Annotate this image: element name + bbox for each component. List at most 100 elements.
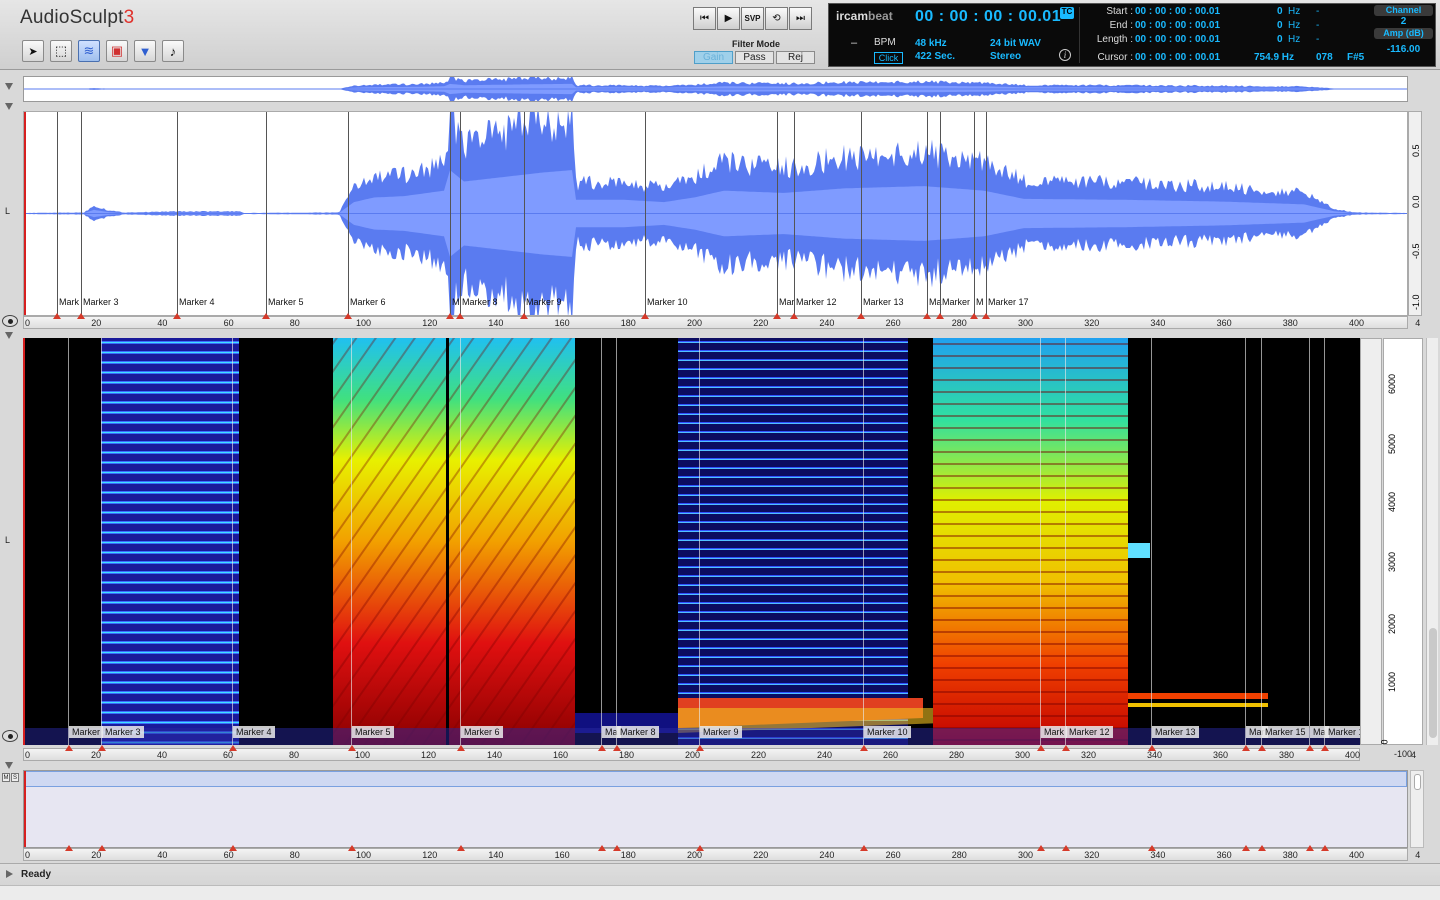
marker-triangle[interactable] xyxy=(457,845,465,851)
marker-triangle[interactable] xyxy=(1242,745,1250,751)
spectrogram-view[interactable]: Marker Marker 3 Marker 4 Marker 5 Marker 6 Ma… xyxy=(23,338,1360,745)
marker-triangle[interactable] xyxy=(1062,845,1070,851)
spectrogram-marker-line[interactable] xyxy=(1324,338,1325,745)
marker-triangle[interactable] xyxy=(1258,745,1266,751)
spectrogram-marker-label[interactable]: Marker 1 xyxy=(1325,726,1360,738)
marker-triangle[interactable] xyxy=(262,313,270,319)
note-tool[interactable]: ♪ xyxy=(162,40,184,62)
timecode-toggle[interactable]: TC xyxy=(1060,7,1074,19)
marker-triangle[interactable] xyxy=(65,845,73,851)
marker-triangle[interactable] xyxy=(77,313,85,319)
marker-label[interactable]: Marker 4 xyxy=(179,297,215,307)
spectrogram-marker-line[interactable] xyxy=(863,338,864,745)
filter-pass-button[interactable]: Pass xyxy=(735,51,774,64)
spectrogram-marker-line[interactable] xyxy=(101,338,102,745)
lane-scroll-thumb[interactable] xyxy=(1414,774,1421,790)
marker-label[interactable]: M xyxy=(976,297,984,307)
marker-triangle[interactable] xyxy=(613,745,621,751)
marker-label[interactable]: Marker 17 xyxy=(988,297,1029,307)
spectrogram-marker-line[interactable] xyxy=(1261,338,1262,745)
spectrogram-marker-label[interactable]: Marker 12 xyxy=(1066,726,1113,738)
marker-line[interactable] xyxy=(974,112,975,315)
marker-line[interactable] xyxy=(524,112,525,315)
marker-triangle[interactable] xyxy=(1037,745,1045,751)
spectrogram-marker-line[interactable] xyxy=(351,338,352,745)
marker-label[interactable]: Marker 5 xyxy=(268,297,304,307)
spectrogram-marker-line[interactable] xyxy=(460,338,461,745)
marker-line[interactable] xyxy=(177,112,178,315)
spectrogram-marker-label[interactable]: Marker 3 xyxy=(102,726,144,738)
marker-triangle[interactable] xyxy=(790,313,798,319)
time-ruler-waveform[interactable]: 0 20 40 60 80 100 120 140 160 180 200 220 240 260 280 3… xyxy=(23,313,1420,329)
marker-label[interactable]: Marker 6 xyxy=(350,297,386,307)
marquee-select-tool[interactable]: ⬚ xyxy=(50,40,72,62)
marker-line[interactable] xyxy=(986,112,987,315)
overview-waveform[interactable] xyxy=(23,75,1408,103)
spectrogram-visibility-icon[interactable] xyxy=(2,730,18,742)
marker-triangle[interactable] xyxy=(65,745,73,751)
marker-line[interactable] xyxy=(927,112,928,315)
select-arrow-tool[interactable]: ➤ xyxy=(22,40,44,62)
marker-triangle[interactable] xyxy=(457,745,465,751)
marker-triangle[interactable] xyxy=(923,313,931,319)
marker-triangle[interactable] xyxy=(456,313,464,319)
svp-button[interactable]: SVP xyxy=(741,7,764,30)
marker-label[interactable]: Mar xyxy=(779,297,795,307)
marker-triangle[interactable] xyxy=(446,313,454,319)
spectrogram-marker-label[interactable]: Marker 4 xyxy=(233,726,275,738)
spectrogram-marker-label[interactable]: Marker xyxy=(69,726,104,738)
spectrogram-scroll-thumb[interactable] xyxy=(1429,628,1437,738)
waveform-collapse-icon[interactable] xyxy=(5,103,13,110)
marker-line[interactable] xyxy=(940,112,941,315)
marker-label[interactable]: Marker 8 xyxy=(462,297,498,307)
overview-collapse-icon[interactable] xyxy=(5,83,13,90)
spectrogram-marker-label[interactable]: Marker 8 xyxy=(617,726,659,738)
marker-triangle[interactable] xyxy=(229,845,237,851)
spectrogram-playhead[interactable] xyxy=(23,338,25,745)
automation-lane[interactable] xyxy=(23,770,1408,848)
waveform-visibility-icon[interactable] xyxy=(2,315,18,327)
marker-triangle[interactable] xyxy=(173,313,181,319)
marker-triangle[interactable] xyxy=(773,313,781,319)
spectrogram-collapse-icon[interactable] xyxy=(5,332,13,339)
spectrogram-marker-line[interactable] xyxy=(1040,338,1041,745)
spectrogram-marker-line[interactable] xyxy=(699,338,700,745)
marker-triangle[interactable] xyxy=(970,313,978,319)
spectrogram-marker-line[interactable] xyxy=(616,338,617,745)
spectrogram-marker-label[interactable]: Marker 9 xyxy=(700,726,742,738)
marker-triangle[interactable] xyxy=(1321,745,1329,751)
lane-scrollbar[interactable] xyxy=(1410,770,1424,848)
marker-triangle[interactable] xyxy=(936,313,944,319)
spectrogram-marker-line[interactable] xyxy=(1309,338,1310,745)
spectrogram-marker-label[interactable]: Marker 6 xyxy=(461,726,503,738)
time-ruler-spectrogram[interactable]: 0 20 40 60 80 100 120 140 160 180 200 220 240 260 280 3… xyxy=(23,745,1416,761)
marker-triangle[interactable] xyxy=(53,313,61,319)
marker-line[interactable] xyxy=(777,112,778,315)
click-button[interactable]: Click xyxy=(874,52,903,64)
marker-line[interactable] xyxy=(861,112,862,315)
info-icon[interactable]: i xyxy=(1059,49,1071,61)
lane-selection-strip[interactable] xyxy=(24,771,1407,787)
marker-triangle[interactable] xyxy=(613,845,621,851)
marker-triangle[interactable] xyxy=(1306,745,1314,751)
marker-triangle[interactable] xyxy=(344,313,352,319)
marker-label[interactable]: Marker 12 xyxy=(796,297,837,307)
marker-triangle[interactable] xyxy=(1037,845,1045,851)
marker-label[interactable]: Marker 10 xyxy=(647,297,688,307)
channel-value[interactable]: 2 xyxy=(1374,16,1433,28)
marker-line[interactable] xyxy=(348,112,349,315)
marker-triangle[interactable] xyxy=(1062,745,1070,751)
marker-triangle[interactable] xyxy=(641,313,649,319)
playhead-cursor[interactable] xyxy=(24,112,26,315)
solo-button[interactable]: S xyxy=(11,773,19,782)
marker-triangle[interactable] xyxy=(1321,845,1329,851)
spectrogram-marker-line[interactable] xyxy=(1065,338,1066,745)
go-to-end-button[interactable]: ⏭ xyxy=(789,7,812,30)
spectrogram-marker-label[interactable]: Marker 10 xyxy=(864,726,911,738)
marker-label[interactable]: M xyxy=(452,297,460,307)
marker-label[interactable]: Marker 13 xyxy=(863,297,904,307)
spectrogram-marker-label[interactable]: Mark xyxy=(1041,726,1067,738)
marker-line[interactable] xyxy=(266,112,267,315)
marker-triangle[interactable] xyxy=(520,313,528,319)
spectrum-color-tool[interactable]: ▣ xyxy=(106,40,128,62)
